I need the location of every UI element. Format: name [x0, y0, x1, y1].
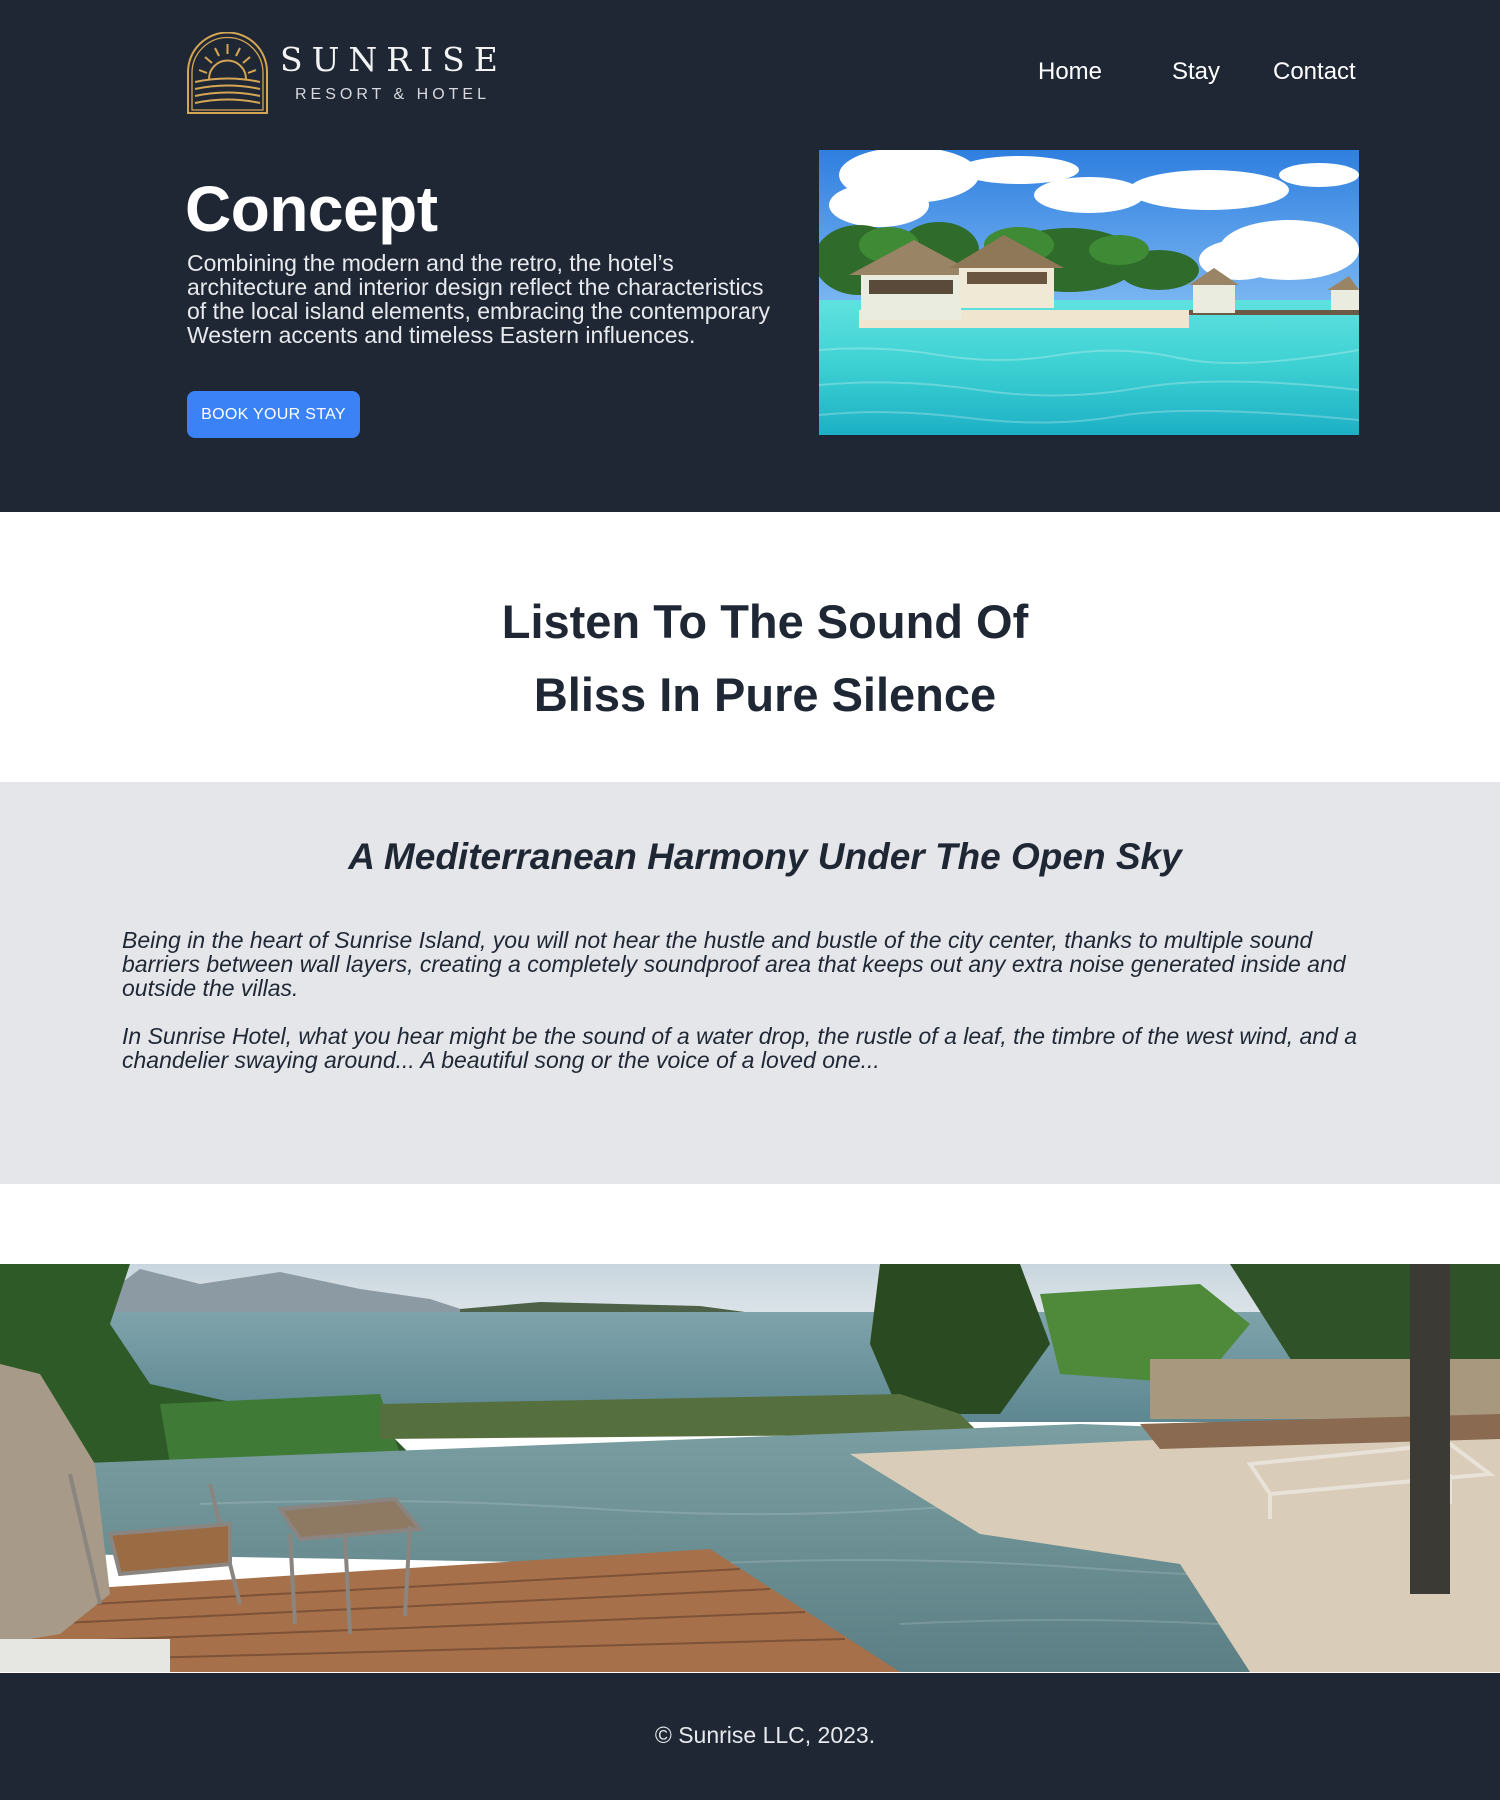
book-your-stay-button[interactable]: BOOK YOUR STAY [187, 391, 360, 438]
hero-description: Combining the modern and the retro, the … [187, 250, 770, 348]
hero-title: Concept [185, 173, 438, 245]
harmony-title: A Mediterranean Harmony Under The Open S… [348, 836, 1182, 877]
harmony-section: A Mediterranean Harmony Under The Open S… [0, 782, 1500, 1184]
infinity-pool-sea-view-photo [0, 1264, 1500, 1672]
nav-item-home[interactable]: Home [1038, 58, 1102, 86]
hero-image [819, 150, 1359, 435]
tagline-line-2: Bliss In Pure Silence [533, 668, 997, 721]
nav-item-stay[interactable]: Stay [1172, 58, 1220, 86]
tropical-water-villas-photo [819, 150, 1359, 435]
footer: © Sunrise LLC, 2023. [0, 1673, 1500, 1800]
nav-item-contact[interactable]: Contact [1273, 58, 1356, 86]
harmony-paragraph-2: In Sunrise Hotel, what you hear might be… [122, 1023, 1358, 1073]
footer-copyright: © Sunrise LLC, 2023. [654, 1722, 876, 1748]
hero-section: SUNRISE RESORT & HOTEL Home Stay Contact… [0, 0, 1500, 512]
page: SUNRISE RESORT & HOTEL Home Stay Contact… [0, 0, 1500, 1800]
tagline-line-1: Listen To The Sound Of [501, 595, 1029, 648]
main-nav: Home Stay Contact [0, 58, 1500, 90]
tagline: Listen To The Sound Of Bliss In Pure Sil… [0, 585, 1500, 731]
harmony-paragraph-1: Being in the heart of Sunrise Island, yo… [122, 927, 1346, 1001]
showcase-image [0, 1264, 1500, 1672]
